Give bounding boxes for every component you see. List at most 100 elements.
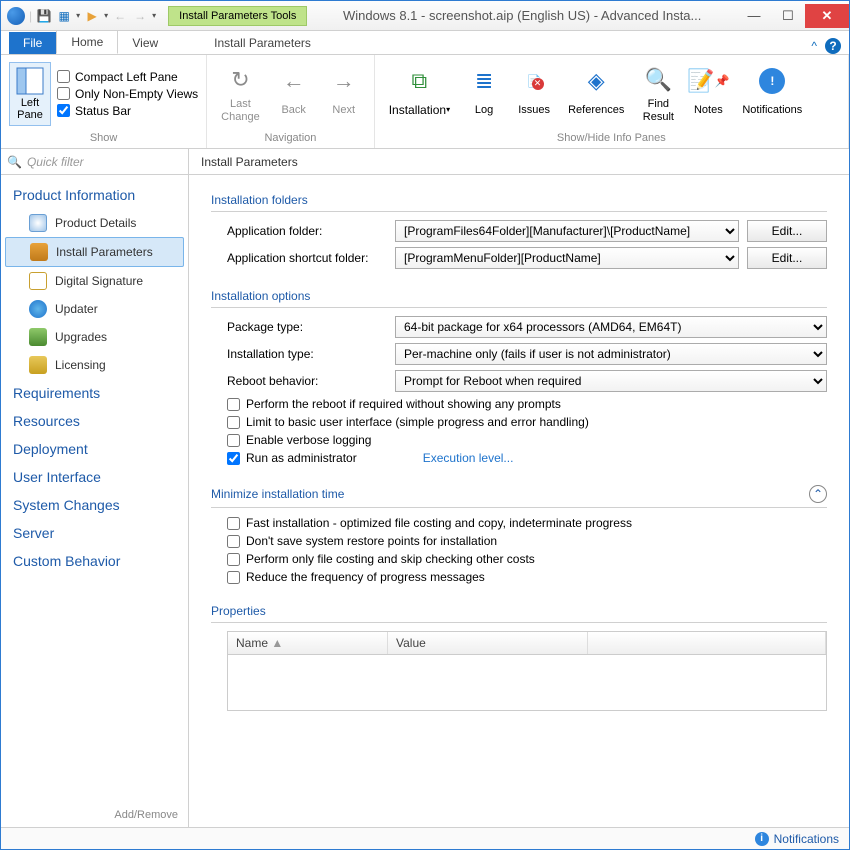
no-restore-checkbox[interactable]: [227, 535, 240, 548]
issues-button[interactable]: 📄✕ Issues: [512, 63, 556, 125]
sidebar-section-resources[interactable]: Resources: [5, 407, 184, 435]
reduce-progress-checkbox[interactable]: [227, 571, 240, 584]
sidebar-section-user-interface[interactable]: User Interface: [5, 463, 184, 491]
contextual-tab-label: Install Parameters Tools: [168, 6, 307, 26]
next-icon: →: [328, 65, 360, 97]
shortcut-folder-label: Application shortcut folder:: [227, 251, 387, 265]
package-type-label: Package type:: [227, 320, 387, 334]
left-pane-button[interactable]: Left Pane: [9, 62, 51, 126]
installation-icon: ⧉: [403, 65, 435, 97]
install-parameters-icon: [30, 243, 48, 261]
collapse-ribbon-icon[interactable]: ^: [811, 39, 817, 53]
status-bar-checkbox[interactable]: Status Bar: [57, 104, 198, 118]
shortcut-folder-edit-button[interactable]: Edit...: [747, 247, 827, 269]
installation-type-select[interactable]: Per-machine only (fails if user is not a…: [395, 343, 827, 365]
qat-dropdown2-icon[interactable]: ▾: [104, 11, 108, 20]
quick-filter-input[interactable]: 🔍 Quick filter: [1, 149, 188, 175]
status-notifications-button[interactable]: i Notifications: [755, 832, 839, 846]
no-restore-label: Don't save system restore points for ins…: [246, 534, 497, 548]
section-installation-folders: Installation folders: [211, 187, 827, 212]
reduce-progress-label: Reduce the frequency of progress message…: [246, 570, 485, 584]
section-properties: Properties: [211, 598, 827, 623]
app-icon: [7, 7, 25, 25]
updater-icon: [29, 300, 47, 318]
run-icon[interactable]: ▶: [84, 8, 100, 24]
maximize-button[interactable]: ☐: [771, 4, 805, 28]
find-result-button[interactable]: 🔍 Find Result: [636, 62, 680, 124]
properties-col-value[interactable]: Value: [388, 632, 588, 654]
help-icon[interactable]: ?: [825, 38, 841, 54]
app-folder-combo[interactable]: [ProgramFiles64Folder][Manufacturer]\[Pr…: [395, 220, 739, 242]
limit-ui-checkbox[interactable]: [227, 416, 240, 429]
perform-reboot-checkbox[interactable]: [227, 398, 240, 411]
forward-arrow-icon[interactable]: →: [132, 8, 148, 24]
tab-home[interactable]: Home: [56, 30, 118, 54]
sidebar-item-updater[interactable]: Updater: [5, 295, 184, 323]
sort-asc-icon: ▲: [271, 636, 283, 650]
collapse-section-icon[interactable]: ⌃: [809, 485, 827, 503]
titlebar: | 💾 ▦ ▾ ▶ ▾ ← → ▾ Install Parameters Too…: [1, 1, 849, 31]
sidebar-item-product-details[interactable]: Product Details: [5, 209, 184, 237]
reboot-behavior-label: Reboot behavior:: [227, 374, 387, 388]
sidebar-add-remove[interactable]: Add/Remove: [1, 803, 188, 827]
window-title: Windows 8.1 - screenshot.aip (English US…: [307, 8, 737, 23]
sidebar-section-requirements[interactable]: Requirements: [5, 379, 184, 407]
content-header: Install Parameters: [189, 149, 849, 175]
last-change-icon: ↻: [224, 64, 256, 96]
perform-reboot-label: Perform the reboot if required without s…: [246, 397, 561, 411]
tab-install-parameters[interactable]: Install Parameters: [200, 32, 325, 54]
tab-file[interactable]: File: [9, 32, 56, 54]
last-change-button[interactable]: ↻ Last Change: [215, 62, 266, 124]
file-costing-checkbox[interactable]: [227, 553, 240, 566]
package-type-select[interactable]: 64-bit package for x64 processors (AMD64…: [395, 316, 827, 338]
sidebar-item-upgrades[interactable]: Upgrades: [5, 323, 184, 351]
back-arrow-icon[interactable]: ←: [112, 8, 128, 24]
installation-button[interactable]: ⧉ Installation▾: [383, 63, 456, 125]
group-navigation-label: Navigation: [215, 130, 366, 146]
sidebar-section-server[interactable]: Server: [5, 519, 184, 547]
sidebar-section-deployment[interactable]: Deployment: [5, 435, 184, 463]
fast-install-checkbox[interactable]: [227, 517, 240, 530]
only-nonempty-checkbox[interactable]: Only Non-Empty Views: [57, 87, 198, 101]
save-icon[interactable]: 💾: [36, 8, 52, 24]
properties-col-empty: [588, 632, 826, 654]
group-show-label: Show: [9, 130, 198, 146]
content-scroll[interactable]: Installation folders Application folder:…: [189, 175, 849, 827]
compact-left-pane-checkbox[interactable]: Compact Left Pane: [57, 70, 198, 84]
sidebar-item-digital-signature[interactable]: Digital Signature: [5, 267, 184, 295]
properties-col-name[interactable]: Name ▲: [228, 632, 388, 654]
reboot-behavior-select[interactable]: Prompt for Reboot when required: [395, 370, 827, 392]
find-icon: 🔍: [642, 64, 674, 96]
fast-install-label: Fast installation - optimized file costi…: [246, 516, 632, 530]
shortcut-folder-combo[interactable]: [ProgramMenuFolder][ProductName]: [395, 247, 739, 269]
notifications-button[interactable]: ! Notifications: [736, 63, 808, 125]
back-button[interactable]: ← Back: [272, 63, 316, 125]
tab-view[interactable]: View: [118, 32, 172, 54]
execution-level-link[interactable]: Execution level...: [423, 451, 514, 465]
next-button[interactable]: → Next: [322, 63, 366, 125]
references-button[interactable]: ◈ References: [562, 63, 630, 125]
product-details-icon: [29, 214, 47, 232]
verbose-logging-checkbox[interactable]: [227, 434, 240, 447]
qat-dropdown-icon[interactable]: ▾: [76, 11, 80, 20]
close-button[interactable]: ✕: [805, 4, 849, 28]
left-pane-label: Left Pane: [17, 97, 43, 121]
sidebar-section-custom-behavior[interactable]: Custom Behavior: [5, 547, 184, 575]
sidebar-section-product-info[interactable]: Product Information: [5, 181, 184, 209]
notes-button[interactable]: 📝📌 Notes: [686, 63, 730, 125]
app-folder-edit-button[interactable]: Edit...: [747, 220, 827, 242]
build-icon[interactable]: ▦: [56, 8, 72, 24]
sidebar-section-system-changes[interactable]: System Changes: [5, 491, 184, 519]
sidebar-item-install-parameters[interactable]: Install Parameters: [5, 237, 184, 267]
log-button[interactable]: ≣ Log: [462, 63, 506, 125]
info-icon: i: [755, 832, 769, 846]
run-admin-checkbox[interactable]: [227, 452, 240, 465]
issues-icon: 📄✕: [518, 65, 550, 97]
quick-access-toolbar: | 💾 ▦ ▾ ▶ ▾ ← → ▾: [1, 7, 162, 25]
sidebar-item-licensing[interactable]: Licensing: [5, 351, 184, 379]
ribbon: Left Pane Compact Left Pane Only Non-Emp…: [1, 55, 849, 149]
minimize-button[interactable]: —: [737, 4, 771, 28]
properties-table[interactable]: Name ▲ Value: [227, 631, 827, 711]
qat-menu-icon[interactable]: ▾: [152, 11, 156, 20]
digital-signature-icon: [29, 272, 47, 290]
